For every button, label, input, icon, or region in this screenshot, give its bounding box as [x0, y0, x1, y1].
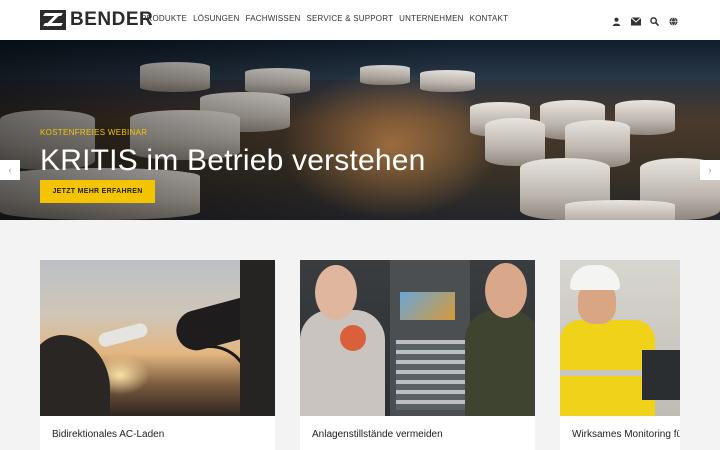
slider-prev-button[interactable]: ‹: [0, 160, 20, 180]
bender-logo[interactable]: BENDER: [40, 9, 153, 30]
card-title: Anlagenstillstände vermeiden: [312, 429, 443, 440]
card-title: Wirksames Monitoring für: [572, 429, 680, 440]
main-nav: PRODUKTE LÖSUNGEN FACHWISSEN SERVICE & S…: [141, 14, 508, 23]
teaser-card[interactable]: Wirksames Monitoring für: [560, 260, 680, 450]
card-title: Bidirektionales AC-Laden: [52, 429, 165, 440]
chevron-right-icon: ›: [708, 165, 712, 175]
nav-item-produkte[interactable]: PRODUKTE: [141, 14, 187, 23]
globe-icon[interactable]: [669, 13, 678, 26]
hero-title: KRITIS im Betrieb verstehen: [40, 144, 426, 177]
slider-next-button[interactable]: ›: [700, 160, 720, 180]
search-icon[interactable]: [650, 13, 660, 27]
nav-item-kontakt[interactable]: KONTAKT: [470, 14, 509, 23]
header-icons: [612, 13, 678, 27]
chevron-left-icon: ‹: [8, 165, 12, 175]
ev-charging-image: [40, 260, 275, 416]
hero-cta-button[interactable]: JETZT MEHR ERFAHREN: [40, 180, 155, 203]
nav-item-unternehmen[interactable]: UNTERNEHMEN: [399, 14, 463, 23]
worker-helmet-image: [560, 260, 680, 416]
mail-icon[interactable]: [630, 13, 642, 26]
nav-item-fachwissen[interactable]: FACHWISSEN: [246, 14, 301, 23]
nav-item-service-support[interactable]: SERVICE & SUPPORT: [306, 14, 393, 23]
hero-kicker: KOSTENFREIES WEBINAR: [40, 128, 148, 137]
site-header: BENDER PRODUKTE LÖSUNGEN FACHWISSEN SERV…: [0, 0, 720, 40]
control-cabinet-image: [300, 260, 535, 416]
bender-logo-mark-icon: [40, 10, 66, 30]
tank-image: [485, 118, 545, 166]
teaser-card[interactable]: Anlagenstillstände vermeiden: [300, 260, 535, 450]
user-icon[interactable]: [612, 13, 621, 26]
tank-image: [565, 200, 675, 220]
nav-item-loesungen[interactable]: LÖSUNGEN: [193, 14, 240, 23]
teaser-card[interactable]: Bidirektionales AC-Laden: [40, 260, 275, 450]
